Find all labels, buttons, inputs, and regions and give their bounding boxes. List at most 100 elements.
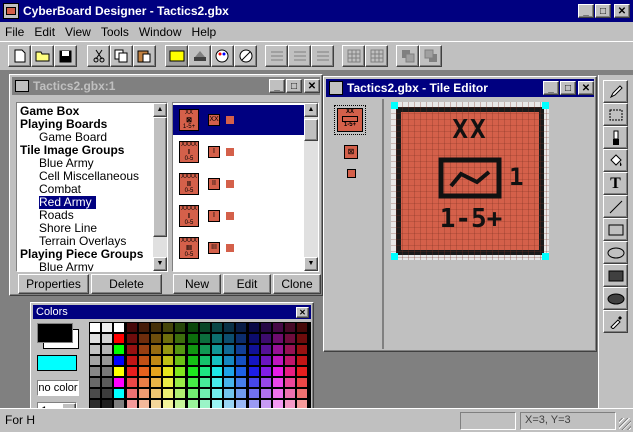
resize-grip-icon[interactable] — [619, 418, 631, 430]
scroll-thumb[interactable] — [153, 117, 167, 237]
color-swatch[interactable] — [224, 378, 235, 387]
color-swatch[interactable] — [260, 345, 271, 354]
tile-list-scrollbar[interactable]: ▲ ▼ — [304, 103, 318, 271]
color-swatch[interactable] — [285, 334, 296, 343]
color-swatch[interactable] — [224, 345, 235, 354]
color-swatch[interactable] — [187, 367, 198, 376]
no-color-button[interactable]: no color — [37, 380, 79, 396]
line-tool-icon[interactable] — [603, 195, 628, 218]
color-swatch[interactable] — [273, 323, 283, 332]
color-swatch[interactable] — [236, 367, 247, 376]
maximize-icon[interactable]: □ — [595, 4, 611, 18]
color-swatch[interactable] — [199, 378, 210, 387]
filled-rect-tool-icon[interactable] — [603, 264, 628, 287]
color-swatch[interactable] — [273, 367, 283, 376]
color-swatch[interactable] — [187, 378, 198, 387]
color-swatch[interactable] — [297, 367, 308, 376]
color-swatch[interactable] — [187, 345, 198, 354]
color-swatch[interactable] — [297, 345, 308, 354]
maximize-icon[interactable]: □ — [560, 81, 576, 95]
tile-list-row[interactable]: XXXX I 0-5 I — [173, 137, 304, 167]
color-swatch[interactable] — [138, 323, 149, 332]
color-swatch[interactable] — [273, 345, 283, 354]
color-swatch[interactable] — [199, 323, 210, 332]
color-swatch[interactable] — [138, 345, 149, 354]
document-icon[interactable] — [15, 80, 29, 92]
align-center-icon[interactable] — [288, 45, 311, 67]
color-swatch[interactable] — [151, 378, 161, 387]
minimize-icon[interactable]: _ — [269, 79, 285, 93]
close-icon[interactable]: ✕ — [304, 79, 320, 93]
menu-tools[interactable]: Tools — [96, 25, 134, 39]
color-swatch[interactable] — [236, 345, 247, 354]
color-swatch[interactable] — [260, 334, 271, 343]
color-swatch[interactable] — [285, 345, 296, 354]
color-swatch[interactable] — [126, 345, 137, 354]
color-swatch[interactable] — [90, 356, 100, 365]
tile-tool-icon[interactable] — [165, 45, 188, 67]
color-swatch[interactable] — [90, 378, 100, 387]
color-swatch[interactable] — [138, 378, 149, 387]
color-swatch[interactable] — [151, 323, 161, 332]
maximize-icon[interactable]: □ — [286, 79, 302, 93]
color-swatch[interactable] — [102, 345, 113, 354]
color-swatch[interactable] — [199, 345, 210, 354]
color-swatch-grid[interactable] — [89, 322, 311, 422]
grid-icon[interactable] — [342, 45, 365, 67]
preview-large-tile[interactable]: XX 1-5+ — [334, 105, 366, 135]
color-swatch[interactable] — [224, 323, 235, 332]
current-colors[interactable] — [37, 323, 79, 349]
color-swatch[interactable] — [138, 389, 149, 398]
color-swatch[interactable] — [114, 356, 125, 365]
color-swatch[interactable] — [90, 323, 100, 332]
color-swatch[interactable] — [126, 367, 137, 376]
color-swatch[interactable] — [163, 323, 174, 332]
color-swatch[interactable] — [114, 367, 125, 376]
color-swatch[interactable] — [175, 334, 186, 343]
color-swatch[interactable] — [248, 323, 259, 332]
color-swatch[interactable] — [114, 334, 125, 343]
rectangle-tool-icon[interactable] — [603, 218, 628, 241]
align-left-icon[interactable] — [265, 45, 288, 67]
ellipse-tool-icon[interactable] — [603, 241, 628, 264]
color-swatch[interactable] — [212, 378, 222, 387]
color-swatch[interactable] — [90, 389, 100, 398]
open-folder-icon[interactable] — [31, 45, 54, 67]
color-swatch[interactable] — [175, 345, 186, 354]
color-swatch[interactable] — [163, 334, 174, 343]
save-icon[interactable] — [54, 45, 77, 67]
color-swatch[interactable] — [260, 367, 271, 376]
color-swatch[interactable] — [212, 367, 222, 376]
color-swatch[interactable] — [175, 356, 186, 365]
color-swatch[interactable] — [248, 378, 259, 387]
color-swatch[interactable] — [212, 389, 222, 398]
selection-rect-icon[interactable] — [603, 103, 628, 126]
color-swatch[interactable] — [126, 323, 137, 332]
menu-window[interactable]: Window — [134, 25, 187, 39]
tile-list-row[interactable]: XX ⊠ 1-5+ XX — [173, 105, 304, 135]
color-swatch[interactable] — [285, 367, 296, 376]
scroll-down-button[interactable]: ▼ — [304, 257, 318, 271]
transparent-color-swatch[interactable] — [37, 355, 77, 371]
color-swatch[interactable] — [163, 367, 174, 376]
text-tool-icon[interactable]: T — [603, 172, 628, 195]
color-swatch[interactable] — [260, 356, 271, 365]
color-swatch[interactable] — [90, 367, 100, 376]
foreground-color-swatch[interactable] — [37, 323, 73, 343]
clone-button[interactable]: Clone — [273, 274, 321, 294]
color-swatch[interactable] — [297, 323, 308, 332]
properties-button[interactable]: Properties — [18, 274, 89, 294]
color-swatch[interactable] — [126, 356, 137, 365]
new-file-icon[interactable] — [8, 45, 31, 67]
brush-icon[interactable] — [603, 126, 628, 149]
close-icon[interactable]: ✕ — [296, 306, 309, 318]
document-icon[interactable] — [329, 81, 343, 95]
new-button[interactable]: New — [173, 274, 221, 294]
close-icon[interactable]: ✕ — [614, 4, 630, 18]
menu-view[interactable]: View — [60, 25, 96, 39]
color-swatch[interactable] — [248, 345, 259, 354]
color-swatch[interactable] — [114, 389, 125, 398]
color-swatch[interactable] — [102, 389, 113, 398]
color-swatch[interactable] — [102, 323, 113, 332]
color-swatch[interactable] — [187, 389, 198, 398]
